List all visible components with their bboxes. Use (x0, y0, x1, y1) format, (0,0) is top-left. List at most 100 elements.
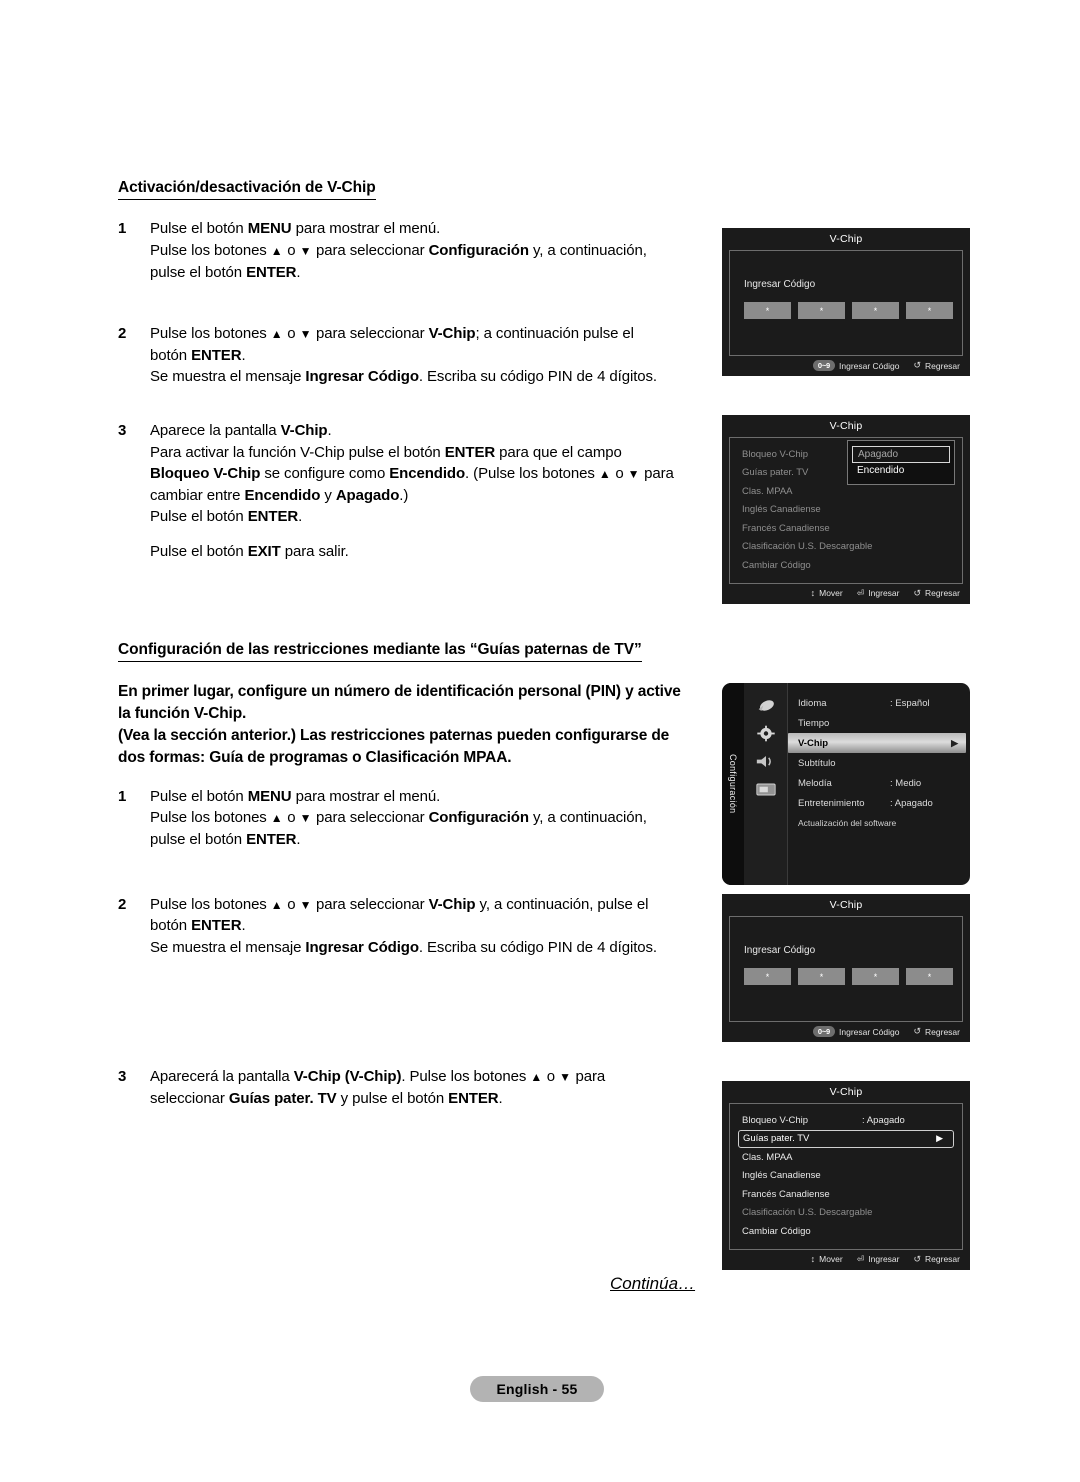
setup-row-entretenimiento[interactable]: Entretenimiento : Apagado (788, 793, 970, 813)
step-line: Aparece la pantalla V-Chip. (150, 421, 332, 439)
step-line: Pulse los botones ▲ o ▼ para seleccionar… (150, 895, 649, 913)
footer-hint-label: Regresar (925, 1026, 960, 1037)
screen-pin-2: V-Chip Ingresar Código * * * * 0~9 Ingre… (722, 894, 970, 1042)
setup-row-vchip[interactable]: V-Chip ▶ (788, 733, 966, 753)
row-label: Francés Canadiense (742, 522, 830, 534)
row-label: Guías pater. TV (742, 467, 809, 479)
page-number-badge: English - 55 (470, 1376, 604, 1402)
vchip-row-ingles[interactable]: Inglés Canadiense (730, 501, 962, 520)
step: 3 Aparece la pantalla V-Chip. Para activ… (118, 420, 713, 563)
screen-body: Bloqueo V-Chip : Guías pater. TV Clas. M… (729, 437, 963, 584)
step-body: Pulse los botones ▲ o ▼ para seleccionar… (150, 323, 713, 388)
vchip-row-descargable[interactable]: Clasificación U.S. Descargable (730, 538, 962, 557)
vchip-row-guias[interactable]: Guías pater. TV ▶ (738, 1129, 954, 1148)
setup-tab-strip: Configuración (722, 683, 744, 885)
step-line: seleccionar Guías pater. TV y pulse el b… (150, 1090, 503, 1108)
step-line: Pulse los botones ▲ o ▼ para seleccionar… (150, 809, 647, 827)
row-label: Guías pater. TV (743, 1133, 810, 1145)
vchip-row-cambiar-codigo[interactable]: Cambiar Código (730, 556, 962, 575)
vchip-option-list: Bloqueo V-Chip : Guías pater. TV Clas. M… (730, 438, 962, 583)
pin-digit-box[interactable]: * (906, 302, 953, 319)
pin-digit-box[interactable]: * (798, 302, 845, 319)
footer-hint-label: Regresar (925, 360, 960, 371)
footer-hint-label: Mover (819, 588, 843, 598)
step-body: Pulse el botón MENU para mostrar el menú… (150, 218, 713, 283)
row-label: Entretenimiento (798, 797, 865, 809)
vchip-row-mpaa[interactable]: Clas. MPAA (730, 1148, 962, 1167)
vchip-row-descargable[interactable]: Clasificación U.S. Descargable (730, 1204, 962, 1223)
vchip-row-cambiar-codigo[interactable]: Cambiar Código (730, 1222, 962, 1241)
step-line: pulse el botón ENTER. (150, 263, 301, 281)
screen-pin-1: V-Chip Ingresar Código * * * * 0~9 Ingre… (722, 228, 970, 376)
screen-body: Ingresar Código * * * * (729, 250, 963, 356)
step-line: Pulse el botón EXIT para salir. (150, 542, 349, 560)
setup-row-tiempo[interactable]: Tiempo (788, 713, 970, 733)
vchip-row-frances[interactable]: Francés Canadiense (730, 519, 962, 538)
return-icon: ↺ (913, 1253, 922, 1264)
row-label: Francés Canadiense (742, 1188, 830, 1200)
screen-footer: 0~9 Ingresar Código ↺ Regresar (722, 1022, 970, 1042)
sound-icon[interactable] (755, 753, 777, 770)
input-icon[interactable] (755, 781, 777, 798)
pin-digit-box[interactable]: * (744, 302, 791, 319)
vchip-row-ingles[interactable]: Inglés Canadiense (730, 1167, 962, 1186)
step-number: 3 (118, 421, 127, 439)
footer-hint-label: Regresar (925, 1254, 960, 1264)
step-number: 2 (118, 895, 127, 913)
enter-icon: ⏎ (856, 587, 865, 598)
footer-hint-label: Ingresar Código (839, 1026, 900, 1037)
lead-line: la función V-Chip. (118, 704, 247, 722)
step-line: Pulse el botón MENU para mostrar el menú… (150, 220, 441, 238)
setup-row-subtitulo[interactable]: Subtítulo (788, 753, 970, 773)
pin-digit-box[interactable]: * (744, 968, 791, 985)
screen-vchip-dropdown: V-Chip Bloqueo V-Chip : Guías pater. TV … (722, 415, 970, 604)
step-line: Para activar la función V-Chip pulse el … (150, 443, 622, 461)
screen-body: Bloqueo V-Chip : Apagado Guías pater. TV… (729, 1103, 963, 1250)
pin-digit-box[interactable]: * (798, 968, 845, 985)
setup-row-idioma[interactable]: Idioma : Español (788, 693, 970, 713)
return-icon: ↺ (913, 1026, 922, 1036)
pin-digit-box[interactable]: * (906, 968, 953, 985)
instructions-column: Activación/desactivación de V-Chip 1 Pul… (118, 178, 713, 1110)
step-line: Se muestra el mensaje Ingresar Código. E… (150, 938, 657, 956)
step-body: Aparece la pantalla V-Chip. Para activar… (150, 420, 713, 563)
pin-digit-row: * * * * (730, 956, 962, 985)
key-range-badge: 0~9 (812, 360, 835, 371)
footer-hint-label: Regresar (925, 588, 960, 598)
step-line: Pulse los botones ▲ o ▼ para seleccionar… (150, 241, 647, 259)
picture-icon[interactable] (755, 697, 777, 714)
gear-icon[interactable] (755, 725, 777, 742)
section-2: Configuración de las restricciones media… (118, 640, 713, 1110)
vchip-row-frances[interactable]: Francés Canadiense (730, 1185, 962, 1204)
pin-digit-box[interactable]: * (852, 302, 899, 319)
row-label: Melodía (798, 777, 832, 789)
dropdown-option-apagado[interactable]: Apagado (852, 446, 950, 463)
setup-icon-rail (744, 683, 788, 885)
step-line: Se muestra el mensaje Ingresar Código. E… (150, 368, 657, 386)
return-icon: ↺ (913, 587, 922, 598)
pin-digit-box[interactable]: * (852, 968, 899, 985)
lead-line: En primer lugar, configure un número de … (118, 682, 681, 700)
screen-title: V-Chip (829, 899, 863, 911)
lead-line: (Vea la sección anterior.) Las restricci… (118, 726, 670, 744)
vchip-row-bloqueo[interactable]: Bloqueo V-Chip : Apagado (730, 1111, 962, 1130)
footer-hint: 0~9 Ingresar Código (812, 360, 899, 371)
setup-row-melodia[interactable]: Melodía : Medio (788, 773, 970, 793)
screen-body: Ingresar Código * * * * (729, 916, 963, 1022)
footer-hint: ↺ Regresar (913, 1254, 960, 1265)
footer-hint: ↕ Mover (811, 588, 843, 598)
row-value: : Medio (890, 777, 922, 789)
step-body: Pulse los botones ▲ o ▼ para seleccionar… (150, 894, 713, 959)
row-label: Cambiar Código (742, 1225, 811, 1237)
row-label: Clasificación U.S. Descargable (742, 541, 873, 553)
setup-tab-label: Configuración (728, 754, 738, 814)
row-label: Clas. MPAA (742, 1151, 793, 1163)
row-label: Bloqueo V-Chip (742, 448, 809, 460)
screen-footer: ↕ Mover ⏎ Ingresar ↺ Regresar (722, 1250, 970, 1270)
footer-hint: ⏎ Ingresar (857, 588, 900, 599)
step-number: 3 (118, 1068, 127, 1086)
setup-row-actualizacion[interactable]: Actualización del software (788, 813, 970, 833)
dropdown-option-encendido[interactable]: Encendido (852, 463, 950, 478)
step-number: 1 (118, 787, 127, 805)
bloqueo-dropdown[interactable]: Apagado Encendido (847, 440, 955, 485)
